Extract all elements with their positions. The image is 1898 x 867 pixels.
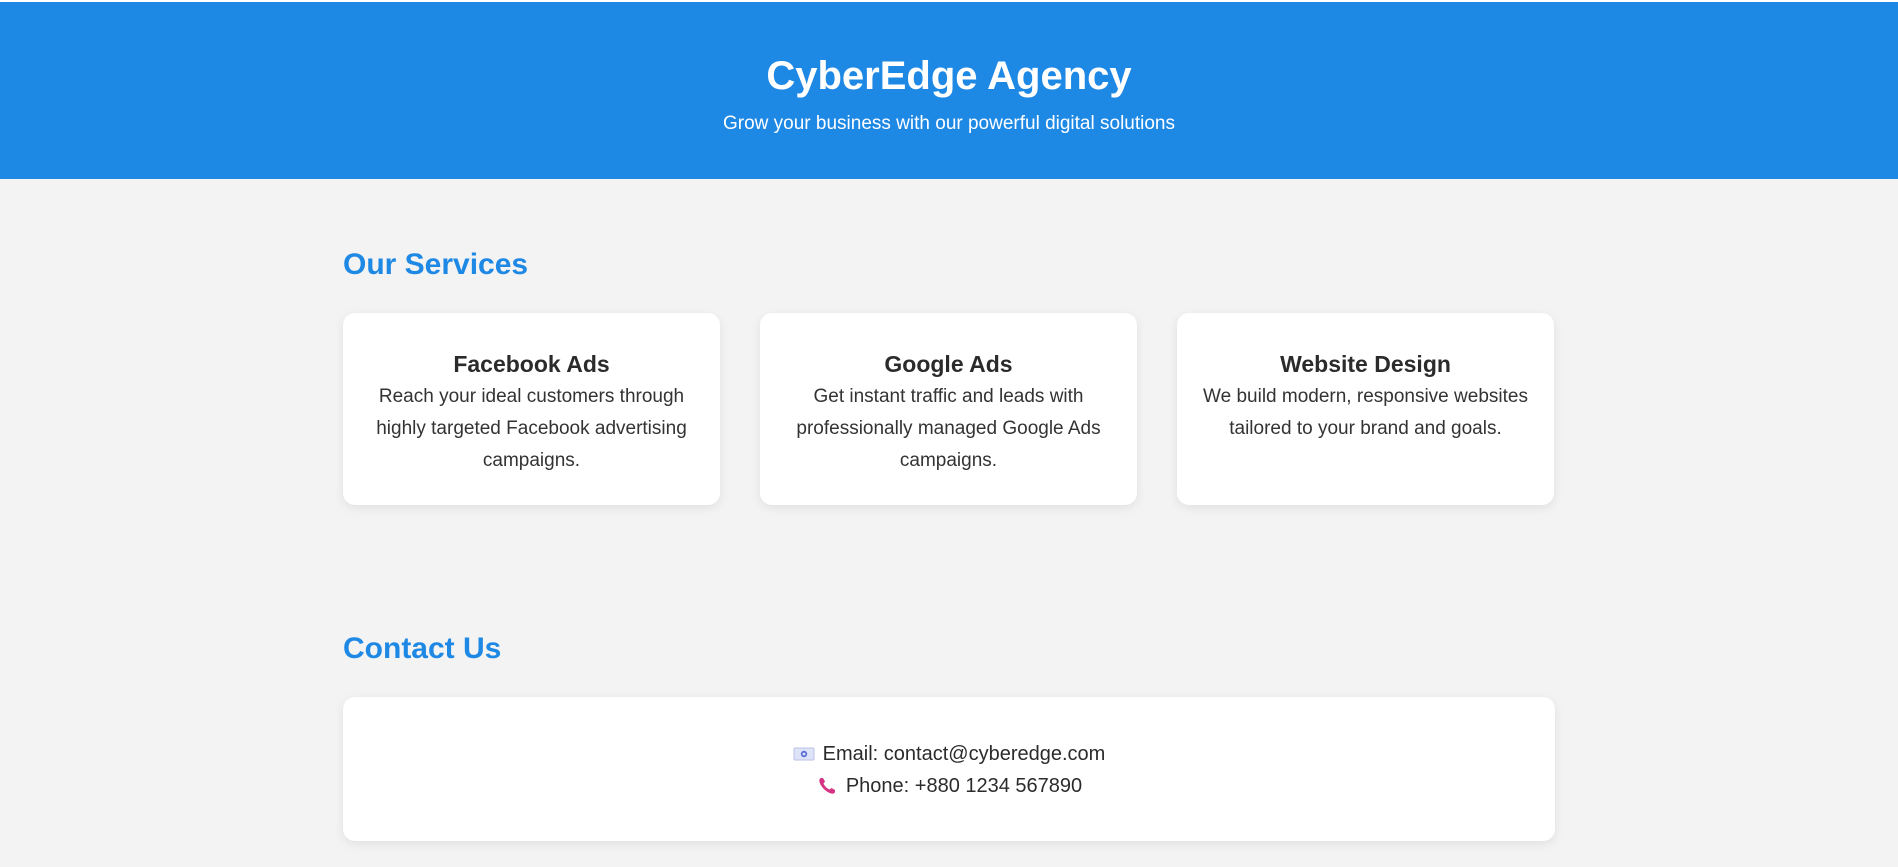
service-card-website-design: Website Design We build modern, responsi…: [1177, 313, 1554, 505]
email-icon: [793, 743, 815, 765]
main-content: Our Services Facebook Ads Reach your ide…: [0, 179, 1898, 841]
services-title: Our Services: [343, 248, 529, 281]
service-card-description: We build modern, responsive websites tai…: [1203, 386, 1528, 439]
contact-email[interactable]: Email: contact@cyberedge.com: [823, 738, 1106, 770]
contact-title: Contact Us: [343, 632, 502, 665]
contact-section: Contact Us Email: contact@cyberedge.com: [343, 505, 1555, 841]
service-card-title: Website Design: [1280, 351, 1451, 377]
service-card-title: Google Ads: [884, 351, 1013, 377]
phone-icon: [816, 775, 838, 797]
site-tagline: Grow your business with our powerful dig…: [723, 113, 1175, 134]
contact-email-line: Email: contact@cyberedge.com: [343, 738, 1555, 770]
hero-header: CyberEdge Agency Grow your business with…: [0, 2, 1898, 179]
service-card-description: Reach your ideal customers through highl…: [376, 386, 687, 471]
services-cards: Facebook Ads Reach your ideal customers …: [343, 313, 1555, 505]
service-card-description: Get instant traffic and leads with profe…: [796, 386, 1101, 471]
contact-box: Email: contact@cyberedge.com Phone: +880…: [343, 697, 1555, 841]
contact-phone[interactable]: Phone: +880 1234 567890: [846, 770, 1082, 802]
service-card-title: Facebook Ads: [453, 351, 610, 377]
services-section: Our Services Facebook Ads Reach your ide…: [343, 179, 1555, 505]
site-title: CyberEdge Agency: [766, 54, 1132, 98]
contact-phone-line: Phone: +880 1234 567890: [343, 770, 1555, 802]
service-card-google-ads: Google Ads Get instant traffic and leads…: [760, 313, 1137, 505]
service-card-facebook-ads: Facebook Ads Reach your ideal customers …: [343, 313, 720, 505]
